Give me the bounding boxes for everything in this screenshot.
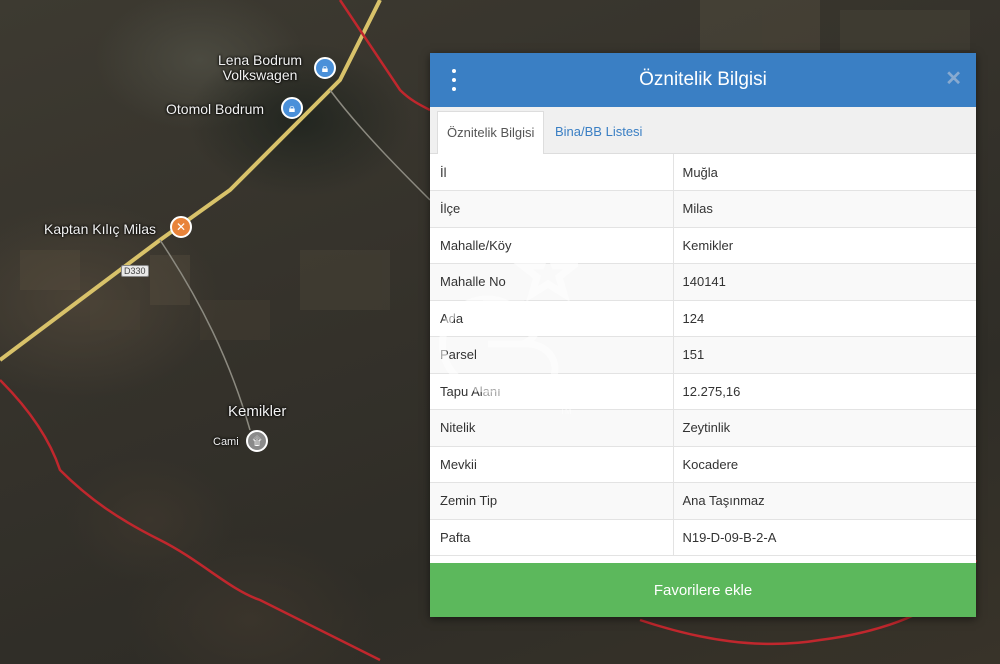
road-shield: D330 bbox=[121, 265, 149, 277]
row-key: Tapu Alanı bbox=[430, 373, 673, 410]
row-key: İl bbox=[430, 154, 673, 191]
poi-label-otomol[interactable]: Otomol Bodrum bbox=[166, 101, 264, 117]
tab-bar: Öznitelik Bilgisi Bina/BB Listesi bbox=[430, 107, 976, 154]
lock-icon[interactable]: 🔒︎ bbox=[281, 97, 303, 119]
row-key: Mahalle No bbox=[430, 263, 673, 301]
row-key: Zemin Tip bbox=[430, 482, 673, 520]
attribute-table: İl Muğla İlçe Milas Mahalle/Köy Kemikler Mahal… bbox=[430, 154, 976, 556]
table-row: İlçe Milas bbox=[430, 190, 976, 228]
restaurant-icon[interactable]: ✕ bbox=[170, 216, 192, 238]
row-value: N19-D-09-B-2-A bbox=[672, 519, 976, 556]
row-value: Muğla bbox=[672, 154, 976, 191]
tab-building-list[interactable]: Bina/BB Listesi bbox=[546, 111, 651, 153]
menu-icon[interactable] bbox=[448, 69, 460, 91]
row-value: Zeytinlik bbox=[672, 409, 976, 447]
row-key: Nitelik bbox=[430, 409, 673, 447]
panel-header: Öznitelik Bilgisi ✕ bbox=[430, 53, 976, 107]
row-key: Mevkii bbox=[430, 446, 673, 483]
poi-label-cami[interactable]: Cami bbox=[213, 436, 239, 448]
lock-icon[interactable]: 🔒︎ bbox=[314, 57, 336, 79]
district-boundary bbox=[0, 379, 381, 662]
row-value: 140141 bbox=[672, 263, 976, 301]
row-key: Ada bbox=[430, 300, 673, 337]
table-row: Mahalle No 140141 bbox=[430, 263, 976, 301]
table-row: Mevkii Kocadere bbox=[430, 446, 976, 483]
close-icon[interactable]: ✕ bbox=[945, 67, 962, 91]
row-value: Kemikler bbox=[672, 227, 976, 264]
table-row: Mahalle/Köy Kemikler bbox=[430, 227, 976, 264]
row-value: Ana Taşınmaz bbox=[672, 482, 976, 520]
tab-attribute-info[interactable]: Öznitelik Bilgisi bbox=[437, 111, 545, 154]
row-key: Pafta bbox=[430, 519, 673, 556]
row-value: Milas bbox=[672, 190, 976, 228]
table-row: Tapu Alanı 12.275,16 bbox=[430, 373, 976, 410]
poi-label-volkswagen[interactable]: Lena Bodrum Volkswagen bbox=[218, 53, 302, 83]
row-key: Mahalle/Köy bbox=[430, 227, 673, 264]
add-favorite-button[interactable]: Favorilere ekle bbox=[430, 563, 976, 617]
mosque-icon[interactable]: ۩ bbox=[246, 430, 268, 452]
attribute-panel: Öznitelik Bilgisi ✕ Öznitelik Bilgisi Bi… bbox=[430, 53, 976, 617]
table-row: İl Muğla bbox=[430, 154, 976, 191]
row-value: 151 bbox=[672, 336, 976, 374]
row-value: Kocadere bbox=[672, 446, 976, 483]
panel-title: Öznitelik Bilgisi bbox=[639, 69, 767, 90]
table-row: Pafta N19-D-09-B-2-A bbox=[430, 519, 976, 556]
row-value: 12.275,16 bbox=[672, 373, 976, 410]
row-value: 124 bbox=[672, 300, 976, 337]
table-row: Zemin Tip Ana Taşınmaz bbox=[430, 482, 976, 520]
table-row: Parsel 151 bbox=[430, 336, 976, 374]
row-key: İlçe bbox=[430, 190, 673, 228]
poi-label-kaptan[interactable]: Kaptan Kılıç Milas bbox=[44, 221, 156, 237]
poi-label-kemikler[interactable]: Kemikler bbox=[228, 403, 286, 420]
row-key: Parsel bbox=[430, 336, 673, 374]
table-row: Nitelik Zeytinlik bbox=[430, 409, 976, 447]
table-row: Ada 124 bbox=[430, 300, 976, 337]
